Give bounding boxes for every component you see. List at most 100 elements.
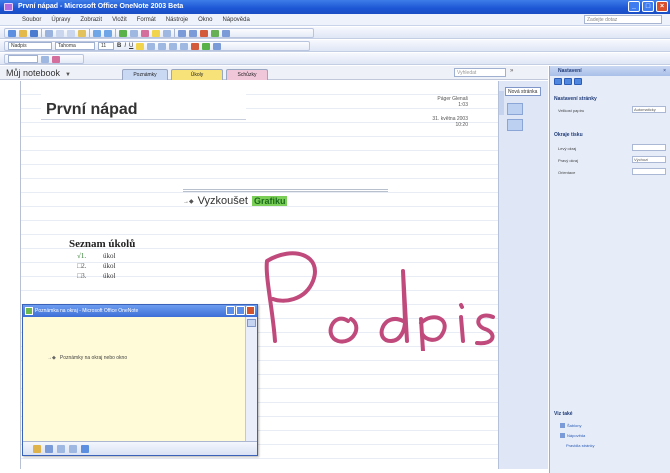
help-icon[interactable]: [222, 29, 230, 37]
highlighter-icon[interactable]: [45, 444, 53, 453]
left-margin-input[interactable]: [632, 144, 666, 151]
close-icon[interactable]: ×: [663, 66, 666, 76]
undo-icon[interactable]: [93, 29, 101, 37]
link-label: Šablony: [567, 423, 582, 428]
copy-icon[interactable]: [67, 29, 75, 37]
tab-poznamky[interactable]: Poznámky: [122, 69, 168, 80]
outline-line[interactable]: →◆ Vyzkoušet Grafiku: [183, 195, 388, 207]
size-select[interactable]: 11: [98, 42, 114, 50]
highlight-color-icon[interactable]: [136, 42, 145, 50]
style-select[interactable]: Nadpis: [8, 42, 52, 50]
paste-icon[interactable]: [78, 29, 86, 37]
save-icon[interactable]: [30, 29, 38, 37]
side-note-window[interactable]: Poznámka na okraj - Microsoft Office One…: [22, 304, 258, 456]
outdent-icon[interactable]: [169, 42, 178, 50]
checkbox-icon[interactable]: □2.: [77, 262, 93, 270]
selection-icon[interactable]: [178, 29, 186, 37]
link-help[interactable]: Nápověda: [560, 433, 585, 439]
cut-icon[interactable]: [56, 29, 64, 37]
pen-icon[interactable]: [141, 29, 149, 37]
ink-icon[interactable]: [52, 55, 60, 63]
ink-signature[interactable]: [253, 241, 503, 351]
maximize-button[interactable]: □: [642, 1, 654, 12]
redo-icon[interactable]: [104, 29, 112, 37]
italic-icon[interactable]: I: [124, 43, 126, 49]
options-icon[interactable]: [213, 42, 222, 50]
checked-box-icon[interactable]: √1.: [77, 252, 93, 260]
page-tab[interactable]: [507, 103, 523, 115]
page-title[interactable]: První nápad: [46, 101, 138, 119]
menu-nastroje[interactable]: Nástroje: [166, 17, 188, 23]
eraser-icon[interactable]: [163, 29, 171, 37]
link-page-rules[interactable]: Pravidla stránky: [566, 443, 594, 448]
highlighter-icon[interactable]: [152, 29, 160, 37]
new-page-tab[interactable]: Nová stránka: [505, 87, 541, 96]
help-question-input[interactable]: Zadejte dotaz: [584, 15, 662, 24]
menu-vlozit[interactable]: Vložit: [112, 17, 127, 23]
font-select[interactable]: Tahoma: [55, 42, 95, 50]
side-note-close-button[interactable]: [246, 306, 255, 315]
pen-select[interactable]: [8, 55, 38, 63]
notebook-name[interactable]: Můj notebook ▼: [6, 68, 71, 78]
underline-icon[interactable]: U: [129, 43, 133, 49]
bold-icon[interactable]: B: [117, 43, 121, 49]
chevron-down-icon[interactable]: ▼: [65, 72, 71, 78]
todo-title[interactable]: Seznam úkolů: [69, 238, 135, 250]
outline-container[interactable]: →◆ Vyzkoušet Grafiku: [183, 189, 388, 207]
menu-format[interactable]: Formát: [137, 17, 156, 23]
scrollbar-thumb[interactable]: [247, 319, 256, 327]
selection-icon[interactable]: [69, 444, 77, 453]
checkbox-icon[interactable]: □3.: [77, 272, 93, 280]
new-page-icon[interactable]: [8, 29, 16, 37]
indent-icon[interactable]: [180, 42, 189, 50]
table-icon[interactable]: [130, 29, 138, 37]
pen-color-icon[interactable]: [200, 29, 208, 37]
minimize-button[interactable]: _: [628, 1, 640, 12]
eraser-icon[interactable]: [57, 444, 65, 453]
todo-item[interactable]: √1. úkol: [77, 252, 115, 260]
find-input[interactable]: Vyhledat: [454, 68, 506, 77]
find-button[interactable]: »: [510, 68, 513, 74]
task-pane-title[interactable]: Nastavení: [558, 68, 582, 74]
orientation-select[interactable]: [632, 168, 666, 175]
font-color-icon[interactable]: [191, 42, 200, 50]
paper-size-select[interactable]: Automaticky: [632, 106, 666, 113]
tab-schuzky[interactable]: Schůzky: [226, 69, 268, 80]
print-icon[interactable]: [45, 29, 53, 37]
page-tab[interactable]: [507, 119, 523, 131]
open-icon[interactable]: [19, 29, 27, 37]
side-note-maximize-button[interactable]: [236, 306, 245, 315]
outline-handle[interactable]: [183, 189, 388, 192]
side-note-minimize-button[interactable]: [226, 306, 235, 315]
pen-icon[interactable]: [33, 444, 41, 453]
back-icon[interactable]: [554, 78, 562, 85]
formatting-toolbar: Nadpis Tahoma 11 B I U: [0, 40, 670, 52]
numbering-icon[interactable]: [158, 42, 167, 50]
tab-ukoly[interactable]: Úkoly: [171, 69, 223, 80]
forward-icon[interactable]: [564, 78, 572, 85]
flag-icon[interactable]: [119, 29, 127, 37]
side-note-body[interactable]: →◆ Poznámky na okraj nebo okno: [23, 317, 245, 442]
menu-napoveda[interactable]: Nápověda: [222, 17, 249, 23]
home-icon[interactable]: [574, 78, 582, 85]
side-note-scrollbar[interactable]: [245, 317, 257, 442]
link-templates[interactable]: Šablony: [560, 423, 582, 429]
right-margin-input[interactable]: Výchozí: [632, 156, 666, 163]
bullets-icon[interactable]: [147, 42, 156, 50]
todo-item[interactable]: □2. úkol: [77, 262, 115, 270]
menu-soubor[interactable]: Soubor: [22, 17, 41, 23]
side-note-title-bar[interactable]: Poznámka na okraj - Microsoft Office One…: [23, 305, 257, 317]
page-tabs-scroll[interactable]: [499, 91, 504, 115]
page-date-time: Páger Glenaš 1:03 31. května 2003 10:20: [432, 96, 468, 128]
menu-okno[interactable]: Okno: [198, 17, 212, 23]
options-icon[interactable]: [81, 444, 89, 453]
side-note-text[interactable]: →◆ Poznámky na okraj nebo okno: [47, 355, 127, 361]
todo-item[interactable]: □3. úkol: [77, 272, 115, 280]
pen-width-icon[interactable]: [41, 55, 49, 63]
menu-zobrazit[interactable]: Zobrazit: [80, 17, 102, 23]
audio-icon[interactable]: [211, 29, 219, 37]
tag-icon[interactable]: [202, 42, 211, 50]
menu-upravy[interactable]: Úpravy: [51, 17, 70, 23]
space-icon[interactable]: [189, 29, 197, 37]
close-button[interactable]: ×: [656, 1, 668, 12]
